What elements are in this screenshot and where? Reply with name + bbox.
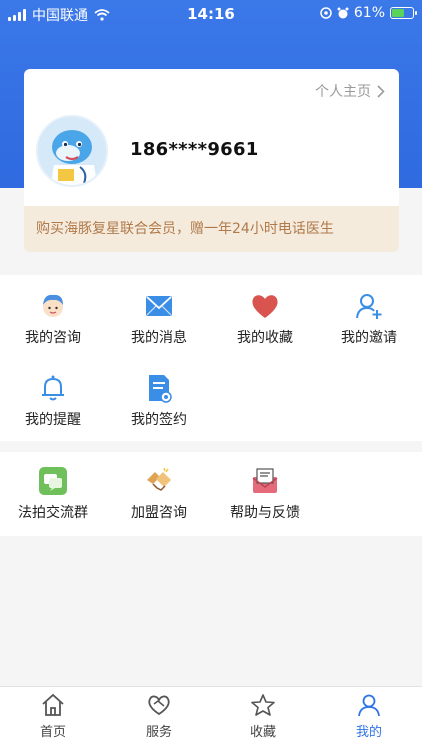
menu-item-franchise[interactable]: 加盟咨询 bbox=[106, 466, 212, 536]
home-icon bbox=[42, 693, 64, 716]
menu-item-label: 我的邀请 bbox=[341, 330, 397, 346]
menu-item-label: 帮助与反馈 bbox=[230, 505, 300, 521]
consult-icon bbox=[43, 294, 63, 317]
menu-item-my-favorites[interactable]: 我的收藏 bbox=[212, 291, 318, 361]
tab-label: 收藏 bbox=[249, 725, 276, 740]
phone-number: 186****9661 bbox=[130, 139, 259, 160]
message-icon bbox=[146, 296, 172, 316]
service-icon bbox=[148, 695, 170, 716]
menu-item-my-contracts[interactable]: 我的签约 bbox=[106, 373, 212, 443]
user-icon bbox=[358, 694, 380, 717]
battery-icon bbox=[390, 7, 417, 19]
tab-label: 服务 bbox=[145, 725, 172, 740]
menu-item-my-invites[interactable]: 我的邀请 bbox=[316, 291, 422, 361]
tab-service[interactable]: 服务 bbox=[106, 693, 212, 740]
bell-icon bbox=[42, 375, 64, 401]
chat-group-icon bbox=[39, 467, 67, 495]
menu-item-auction-group[interactable]: 法拍交流群 bbox=[0, 466, 106, 536]
chevron-right-icon bbox=[377, 84, 385, 98]
bottom-tab-bar: 首页 服务 收藏 我的 bbox=[0, 686, 422, 750]
menu-item-my-reminders[interactable]: 我的提醒 bbox=[0, 373, 106, 443]
menu-item-label: 我的收藏 bbox=[237, 330, 293, 346]
tab-label: 我的 bbox=[355, 725, 382, 740]
menu-item-label: 我的签约 bbox=[131, 412, 187, 428]
profile-card: 个人主页 186****9661 bbox=[24, 69, 399, 209]
heart-icon bbox=[252, 295, 278, 318]
dolphin-mascot-icon bbox=[38, 117, 106, 185]
star-icon bbox=[251, 694, 275, 716]
menu-item-label: 法拍交流群 bbox=[18, 505, 88, 521]
mail-icon bbox=[252, 468, 278, 493]
contract-icon bbox=[149, 375, 172, 403]
invite-icon bbox=[356, 294, 382, 319]
menu-item-label: 我的咨询 bbox=[25, 330, 81, 346]
avatar[interactable] bbox=[36, 115, 108, 187]
menu-item-my-messages[interactable]: 我的消息 bbox=[106, 291, 212, 361]
tab-mine[interactable]: 我的 bbox=[316, 693, 422, 740]
homepage-label: 个人主页 bbox=[315, 84, 371, 100]
menu-section-secondary: 法拍交流群 加盟咨询 帮助与反馈 bbox=[0, 452, 422, 536]
homepage-link[interactable]: 个人主页 bbox=[315, 81, 385, 101]
membership-promo-banner[interactable]: 购买海豚复星联合会员，赠一年24小时电话医生 bbox=[24, 206, 399, 252]
menu-item-help-feedback[interactable]: 帮助与反馈 bbox=[212, 466, 318, 536]
handshake-icon bbox=[147, 467, 171, 491]
menu-section-primary: 我的咨询 我的消息 我的收藏 我的邀请 我的提醒 我的签约 bbox=[0, 275, 422, 441]
alarm-icon bbox=[337, 7, 349, 19]
menu-item-label: 加盟咨询 bbox=[131, 505, 187, 521]
tab-label: 首页 bbox=[39, 725, 66, 740]
status-bar: 中国联通 14:16 61% bbox=[0, 0, 422, 28]
lock-rotation-icon bbox=[320, 7, 332, 19]
tab-favorites[interactable]: 收藏 bbox=[210, 693, 316, 740]
promo-text: 购买海豚复星联合会员，赠一年24小时电话医生 bbox=[36, 221, 334, 237]
battery-percent: 61% bbox=[353, 5, 385, 21]
menu-item-my-consult[interactable]: 我的咨询 bbox=[0, 291, 106, 361]
tab-home[interactable]: 首页 bbox=[0, 693, 106, 740]
menu-item-label: 我的提醒 bbox=[25, 412, 81, 428]
menu-item-label: 我的消息 bbox=[131, 330, 187, 346]
